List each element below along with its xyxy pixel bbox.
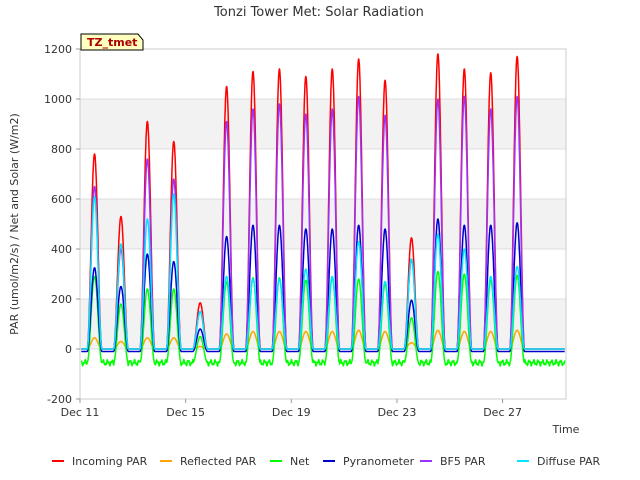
- x-axis-label: Time: [552, 423, 580, 436]
- annotation-text: TZ_tmet: [87, 36, 137, 49]
- x-tick-label: Dec 11: [61, 406, 100, 419]
- legend-label: Diffuse PAR: [537, 455, 601, 468]
- y-tick-label: -200: [47, 393, 72, 406]
- y-tick-label: 800: [51, 143, 72, 156]
- y-tick-label: 1200: [44, 43, 72, 56]
- y-tick-label: 1000: [44, 93, 72, 106]
- legend-label: BF5 PAR: [440, 455, 486, 468]
- x-tick-label: Dec 23: [378, 406, 417, 419]
- x-tick-label: Dec 27: [483, 406, 522, 419]
- legend-label: Pyranometer: [343, 455, 415, 468]
- x-tick-label: Dec 15: [166, 406, 205, 419]
- legend-label: Net: [290, 455, 310, 468]
- y-tick-label: 200: [51, 293, 72, 306]
- solar-radiation-chart: Tonzi Tower Met: Solar Radiation -200 0 20…: [8, 5, 601, 468]
- chart-title: Tonzi Tower Met: Solar Radiation: [213, 5, 424, 20]
- y-tick-label: 400: [51, 243, 72, 256]
- y-tick-label: 0: [65, 343, 72, 356]
- legend: Incoming PAR Reflected PAR Net Pyranometer B…: [52, 455, 601, 468]
- y-axis-label: PAR (umol/m2/s) / Net and Solar (W/m2): [8, 113, 21, 335]
- x-axis-ticks: Dec 11 Dec 15 Dec 19 Dec 23 Dec 27: [61, 399, 522, 419]
- annotation-box: TZ_tmet: [80, 33, 144, 51]
- y-axis-ticks: -200 0 200 400 600 800 1000 1200: [44, 43, 80, 406]
- background-band: [80, 49, 566, 99]
- legend-label: Reflected PAR: [180, 455, 257, 468]
- x-tick-label: Dec 19: [272, 406, 311, 419]
- legend-label: Incoming PAR: [72, 455, 148, 468]
- y-tick-label: 600: [51, 193, 72, 206]
